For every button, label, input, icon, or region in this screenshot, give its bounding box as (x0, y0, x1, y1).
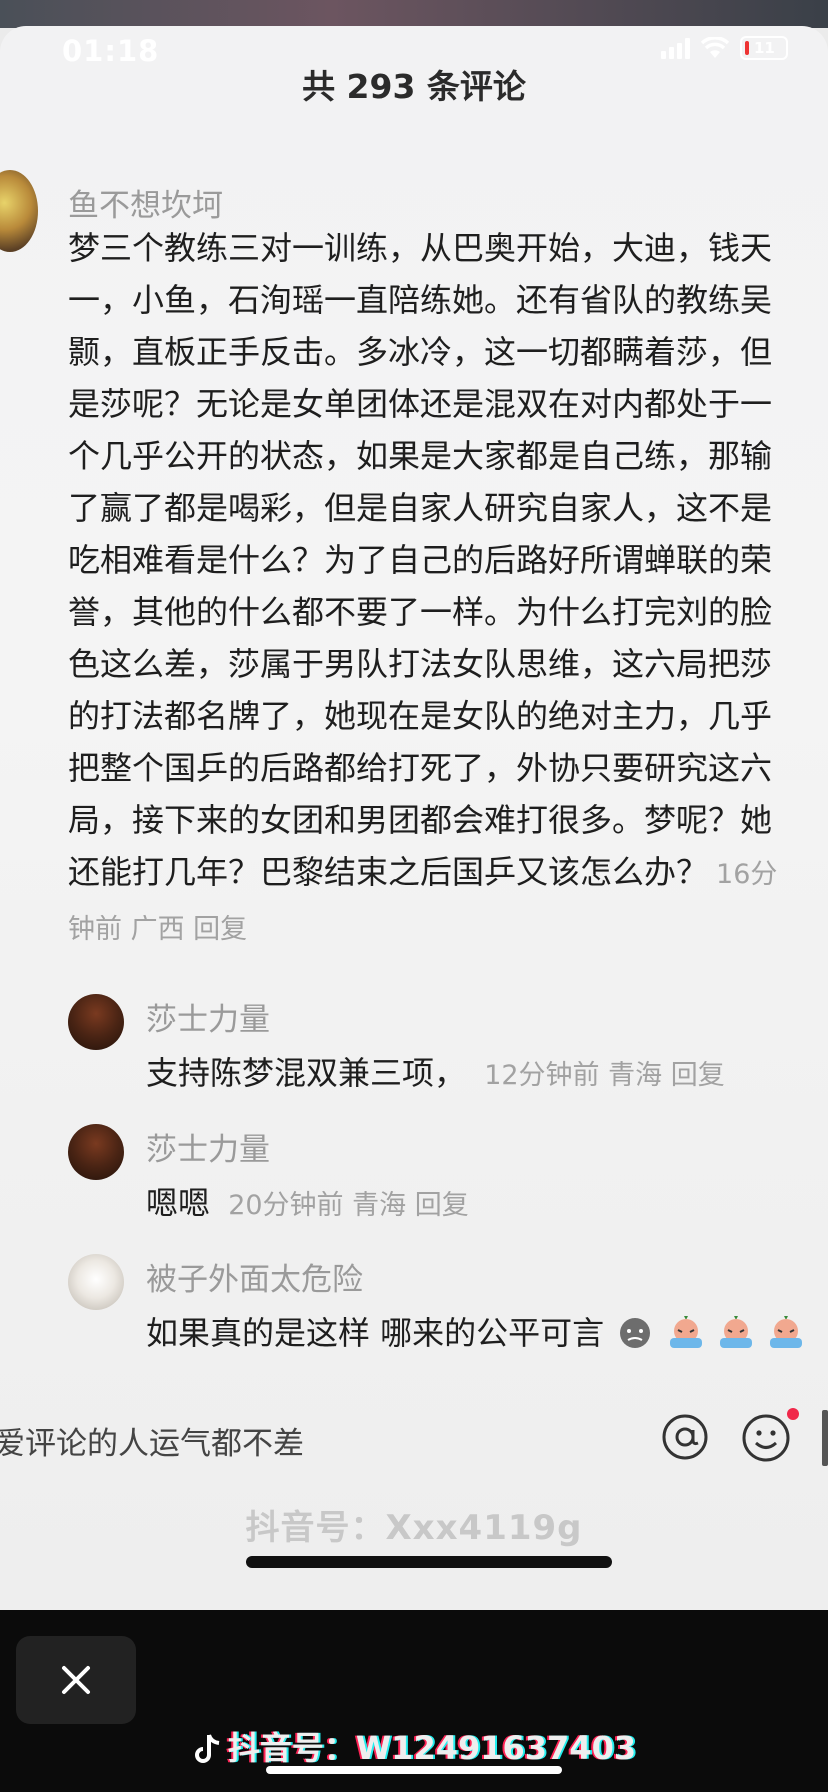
crying-emoji-icon (719, 1316, 752, 1348)
notification-dot (787, 1408, 799, 1420)
cellular-signal-icon (661, 37, 690, 59)
avatar[interactable] (68, 1124, 124, 1180)
reply-text: 嗯嗯 (146, 1184, 211, 1222)
status-icons: 11 (661, 36, 788, 60)
at-mention-icon[interactable] (660, 1412, 710, 1462)
video-backdrop (0, 0, 828, 28)
reply-body: 如果真的是这样 哪来的公平可言 (146, 1308, 805, 1354)
wifi-icon (700, 37, 730, 58)
comment-input-placeholder[interactable]: 爱评论的人运气都不差 (0, 1418, 304, 1463)
battery-icon: 11 (740, 36, 788, 60)
avatar[interactable] (68, 994, 124, 1050)
comment-text: 梦三个教练三对一训练，从巴奥开始，大迪，钱天一，小鱼，石洵瑶一直陪练她。还有省队… (68, 229, 773, 891)
avatar[interactable] (68, 1254, 124, 1310)
sweat-emoji-icon (620, 1318, 651, 1348)
reply-meta[interactable]: 12分钟前 青海 回复 (484, 1060, 725, 1091)
comment-username[interactable]: 鱼不想坎坷 (68, 180, 223, 225)
crying-emoji-icon (769, 1316, 802, 1348)
reply-username[interactable]: 莎士力量 (146, 994, 270, 1039)
home-indicator[interactable] (246, 1556, 612, 1568)
reply-text: 如果真的是这样 哪来的公平可言 (146, 1314, 605, 1352)
reply-text: 支持陈梦混双兼三项， (146, 1054, 467, 1092)
douyin-watermark: 抖音号：Xxx4119g (245, 1508, 583, 1548)
scroll-edge (822, 1410, 828, 1466)
emoji-icon[interactable] (740, 1412, 792, 1464)
footer-home-indicator (266, 1766, 562, 1774)
reply-meta[interactable]: 20分钟前 青海 回复 (228, 1190, 469, 1221)
reply-body: 嗯嗯 20分钟前 青海 回复 (146, 1178, 469, 1224)
footer-watermark: 抖音号：W12491637403 (0, 1723, 828, 1769)
footer-text: 抖音号：W12491637403 (227, 1729, 637, 1767)
close-icon (62, 1666, 90, 1694)
close-button[interactable] (16, 1636, 136, 1724)
comment-count-title: 共 293 条评论 (302, 67, 526, 106)
battery-level: 11 (754, 39, 775, 57)
reply-username[interactable]: 莎士力量 (146, 1124, 270, 1169)
comment-input-bar[interactable]: 爱评论的人运气都不差 (0, 1408, 828, 1472)
reply-body: 支持陈梦混双兼三项， 12分钟前 青海 回复 (146, 1048, 725, 1094)
comment-body: 梦三个教练三对一训练，从巴奥开始，大迪，钱天一，小鱼，石洵瑶一直陪练她。还有省队… (68, 222, 798, 956)
crying-emoji-icon (669, 1316, 702, 1348)
douyin-logo-icon (194, 1734, 220, 1763)
reply-username[interactable]: 被子外面太危险 (146, 1254, 363, 1299)
